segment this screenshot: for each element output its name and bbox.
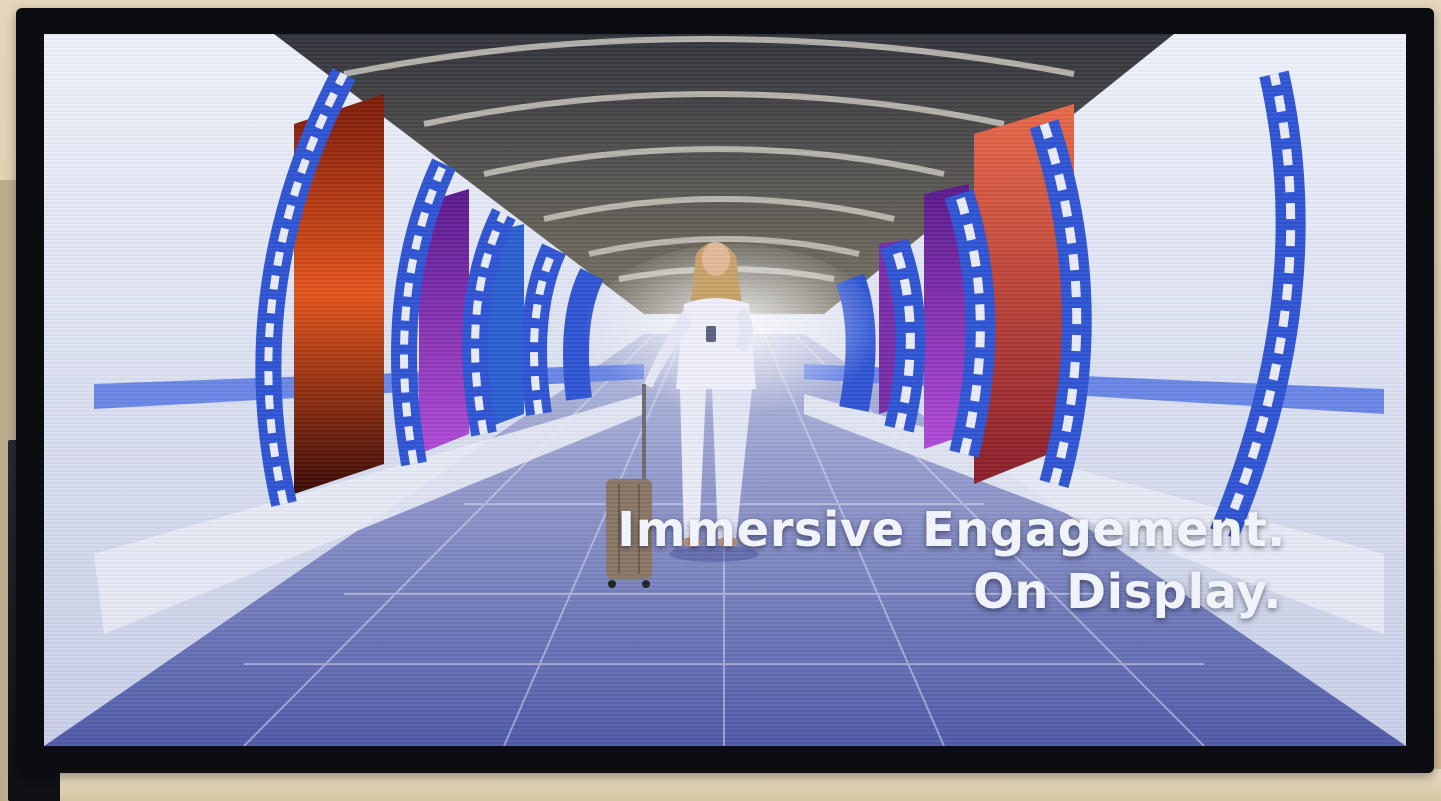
display-monitor: Immersive Engagement. On Display. <box>16 8 1434 773</box>
headline: Immersive Engagement. On Display. <box>617 499 1286 623</box>
headline-line-2: On Display. <box>973 564 1282 620</box>
display-screen: Immersive Engagement. On Display. <box>44 34 1406 746</box>
tabletop <box>60 769 1441 801</box>
headline-line-1: Immersive Engagement. <box>617 502 1286 558</box>
tunnel-scene <box>44 34 1406 746</box>
